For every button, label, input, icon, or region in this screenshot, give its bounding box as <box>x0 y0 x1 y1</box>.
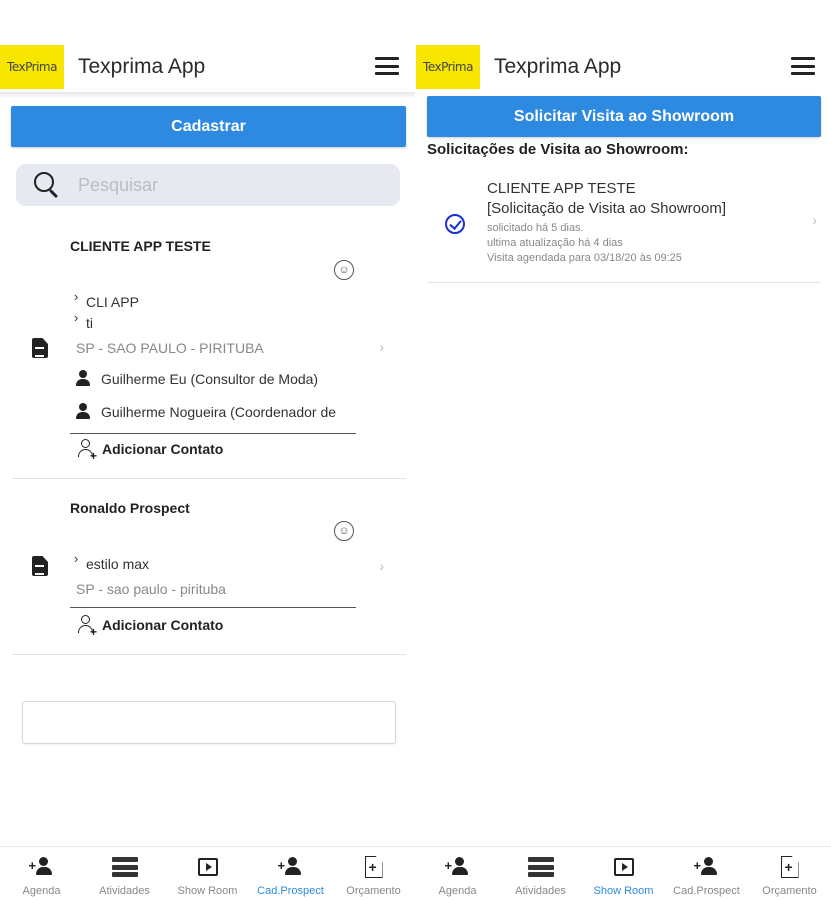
whatsapp-icon[interactable]: ☺ <box>334 260 354 280</box>
search-icon <box>34 172 60 199</box>
add-contact-button[interactable]: + Adicionar Contato <box>78 438 223 462</box>
request-updated: ultima atualização há 4 dias <box>487 237 623 249</box>
nav-agenda[interactable]: + Agenda <box>0 847 83 900</box>
empty-input-box[interactable] <box>22 701 396 744</box>
add-person-icon: + <box>694 857 720 877</box>
bottom-nav: + Agenda Atividades Show Room + Cad.Pros… <box>0 846 415 900</box>
nav-label: Atividades <box>99 885 150 897</box>
document-add-icon <box>364 856 383 878</box>
nav-label: Show Room <box>593 885 654 897</box>
search-bar[interactable]: Pesquisar <box>16 164 400 206</box>
nav-atividades[interactable]: Atividades <box>83 847 166 900</box>
request-requested: solicitado há 5 dias. <box>487 222 584 234</box>
prospect-screen: TexPrima Texprima App Cadastrar Pesquisa… <box>0 0 415 900</box>
nav-orcamento[interactable]: Orçamento <box>332 847 415 900</box>
person-icon <box>76 370 90 386</box>
person-icon <box>76 403 90 419</box>
nav-cad-prospect[interactable]: + Cad.Prospect <box>665 847 748 900</box>
contact-name: Guilherme Nogueira (Coordenador de <box>101 404 337 420</box>
nav-show-room[interactable]: Show Room <box>582 847 665 900</box>
texprima-logo: TexPrima <box>416 45 480 89</box>
request-client: CLIENTE APP TESTE <box>487 180 636 197</box>
chevron-right-icon[interactable]: › <box>379 558 384 574</box>
contact-name: Guilherme Eu (Consultor de Moda) <box>101 371 319 387</box>
add-contact-button[interactable]: + Adicionar Contato <box>78 614 223 638</box>
menu-icon[interactable] <box>375 57 399 75</box>
app-title: Texprima App <box>78 55 206 78</box>
client-line: › estilo max <box>74 551 150 572</box>
client-location: SP - sao paulo - pirituba <box>76 581 226 597</box>
nav-label: Show Room <box>177 885 238 897</box>
nav-agenda[interactable]: + Agenda <box>416 847 499 900</box>
nav-label: Orçamento <box>346 885 401 897</box>
nav-label: Cad.Prospect <box>257 885 324 897</box>
divider <box>70 607 356 608</box>
client-location: SP - SAO PAULO - PIRITUBA <box>76 340 264 356</box>
bottom-nav: + Agenda Atividades Show Room + Cad.Pros… <box>416 846 831 900</box>
search-input[interactable]: Pesquisar <box>78 175 158 196</box>
add-person-icon: + <box>445 857 471 877</box>
section-title: Solicitações de Visita ao Showroom: <box>427 141 689 158</box>
register-button[interactable]: Cadastrar <box>11 106 406 147</box>
texprima-logo: TexPrima <box>0 45 64 89</box>
list-icon <box>527 857 554 877</box>
showroom-screen: TexPrima Texprima App Solicitar Visita a… <box>416 0 831 900</box>
nav-atividades[interactable]: Atividades <box>499 847 582 900</box>
request-subtitle: [Solicitação de Visita ao Showroom] <box>487 200 727 217</box>
nav-label: Agenda <box>438 885 477 897</box>
app-bar-shadow <box>0 92 415 98</box>
client-line: › ti <box>74 310 93 331</box>
client-card[interactable]: Ronaldo Prospect ☺ › estilo max SP - sao … <box>12 486 406 655</box>
client-line: › CLI APP <box>74 289 139 310</box>
add-person-icon: + <box>78 614 98 638</box>
nav-label: Orçamento <box>762 885 817 897</box>
document-add-icon <box>780 856 799 878</box>
chevron-right-icon[interactable]: › <box>812 212 817 228</box>
document-icon[interactable] <box>32 556 48 576</box>
whatsapp-icon[interactable]: ☺ <box>334 521 354 541</box>
menu-icon[interactable] <box>791 57 815 75</box>
nav-show-room[interactable]: Show Room <box>166 847 249 900</box>
nav-label: Agenda <box>22 885 61 897</box>
play-icon <box>197 858 218 876</box>
app-title: Texprima App <box>494 55 622 78</box>
app-bar: TexPrima Texprima App <box>0 42 415 92</box>
client-name: CLIENTE APP TESTE <box>70 238 211 254</box>
add-person-icon: + <box>278 857 304 877</box>
chevron-right-icon[interactable]: › <box>379 339 384 355</box>
add-person-icon: + <box>78 438 98 462</box>
document-icon[interactable] <box>32 338 48 358</box>
app-bar: TexPrima Texprima App <box>416 42 831 92</box>
nav-cad-prospect[interactable]: + Cad.Prospect <box>249 847 332 900</box>
request-scheduled: Visita agendada para 03/18/20 às 09:25 <box>487 252 682 264</box>
divider <box>70 433 356 434</box>
add-person-icon: + <box>29 857 55 877</box>
check-circle-icon <box>445 214 465 234</box>
nav-label: Atividades <box>515 885 566 897</box>
visit-request-item[interactable]: CLIENTE APP TESTE [Solicitação de Visita… <box>427 170 821 283</box>
nav-label: Cad.Prospect <box>673 885 740 897</box>
list-icon <box>111 857 138 877</box>
client-name: Ronaldo Prospect <box>70 500 190 516</box>
client-card[interactable]: CLIENTE APP TESTE ☺ › CLI APP › ti SP - SA… <box>12 222 406 479</box>
play-icon <box>613 858 634 876</box>
nav-orcamento[interactable]: Orçamento <box>748 847 831 900</box>
request-visit-button[interactable]: Solicitar Visita ao Showroom <box>427 96 821 137</box>
